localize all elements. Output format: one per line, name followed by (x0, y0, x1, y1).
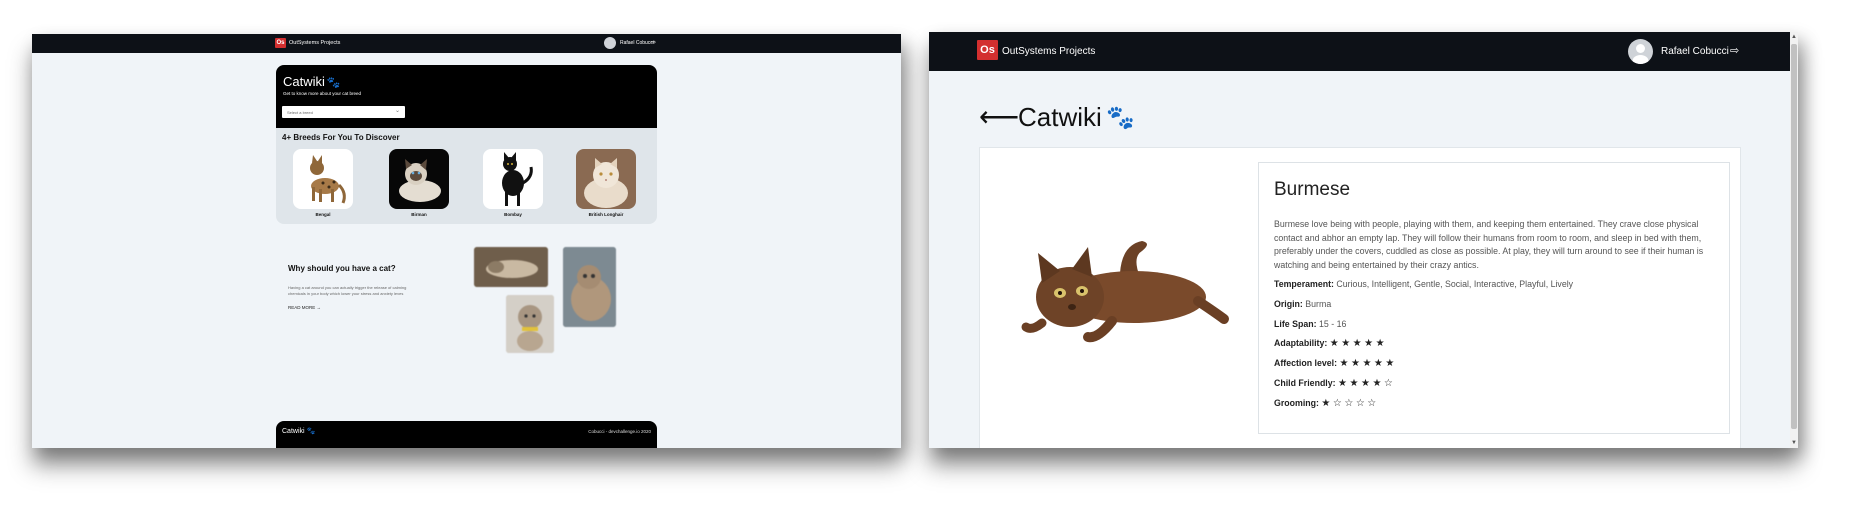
bengal-cat-image (293, 149, 353, 209)
star-filled-icon: ★ (1362, 358, 1374, 369)
outsystems-logo[interactable]: Os (275, 38, 286, 48)
breed-detail-screenshot: Os OutSystems Projects Rafael Cobucci ⇨ … (929, 32, 1798, 448)
paw-icon: 🐾 (1106, 104, 1135, 130)
star-filled-icon: ★ (1364, 338, 1376, 349)
breeds-heading: 4+ Breeds For You To Discover (282, 133, 400, 142)
breed-card-bombay[interactable]: Bombay (483, 149, 543, 217)
star-empty-icon: ☆ (1332, 398, 1345, 409)
footer-credit: Cobucci - devchallenge.io 2020 (588, 429, 651, 434)
star-filled-icon: ★ (1349, 378, 1361, 389)
footer-brand: Catwiki 🐾 (282, 428, 316, 435)
read-more-link[interactable]: READ MORE → (288, 305, 321, 310)
arrow-right-icon: → (316, 305, 322, 310)
star-empty-icon: ☆ (1355, 398, 1368, 409)
star-rating: ★☆☆☆☆ (1321, 398, 1378, 409)
chevron-down-icon: ⌄ (394, 108, 400, 114)
star-filled-icon: ★ (1385, 358, 1397, 369)
logout-icon[interactable]: ⇨ (651, 39, 656, 46)
top-navbar: Os OutSystems Projects Rafael Cobucci ⇨ (32, 34, 901, 53)
child-friendly-row: Child Friendly: ★★★★☆ (1274, 378, 1396, 389)
grooming-row: Grooming: ★☆☆☆☆ (1274, 398, 1379, 409)
outsystems-logo[interactable]: Os (977, 40, 998, 60)
back-arrow-icon[interactable]: ⟵ (979, 103, 1019, 131)
bombay-cat-image (483, 149, 543, 209)
star-rating: ★★★★★ (1340, 358, 1397, 369)
page-title: Catwiki (1018, 102, 1102, 132)
scroll-down-icon[interactable]: ▼ (1791, 440, 1797, 446)
footer: Catwiki 🐾 Cobucci - devchallenge.io 2020 (276, 421, 657, 448)
adaptability-row: Adaptability: ★★★★★ (1274, 338, 1388, 349)
breed-card-british-longhair[interactable]: British Longhair (576, 149, 636, 217)
paw-icon: 🐾 (306, 428, 316, 435)
star-filled-icon: ★ (1375, 338, 1388, 349)
cat-photo-tabby (563, 247, 616, 327)
breed-name: Bombay (504, 212, 522, 217)
breed-card-birman[interactable]: Birman (389, 149, 449, 217)
breed-select[interactable]: Select a breed ⌄ (282, 106, 405, 118)
star-empty-icon: ☆ (1344, 398, 1356, 409)
star-filled-icon: ★ (1341, 338, 1353, 349)
burmese-cat-image (1021, 241, 1229, 343)
birman-cat-image (389, 149, 449, 209)
star-rating: ★★★★☆ (1338, 378, 1395, 389)
breed-description: Burmese love being with people, playing … (1274, 219, 1704, 270)
star-empty-icon: ☆ (1367, 398, 1379, 409)
why-heading: Why should you have a cat? (288, 264, 396, 273)
breed-details-panel: Burmese Burmese love being with people, … (1258, 162, 1730, 434)
star-filled-icon: ★ (1338, 378, 1350, 389)
star-filled-icon: ★ (1329, 338, 1342, 349)
home-page-screenshot: Os OutSystems Projects Rafael Cobucci ⇨ … (32, 34, 901, 448)
why-text: Having a cat around you can actually tri… (288, 285, 407, 296)
brand-link[interactable]: OutSystems Projects (1002, 46, 1095, 57)
star-empty-icon: ☆ (1383, 378, 1396, 389)
star-filled-icon: ★ (1352, 338, 1365, 349)
breed-name: British Longhair (588, 212, 624, 217)
vertical-scrollbar[interactable]: ▲ ▼ (1790, 32, 1798, 448)
life-span-row: Life Span: 15 - 16 (1274, 319, 1347, 329)
breed-name: Burmese (1274, 179, 1351, 200)
cat-photo-sleeping (474, 247, 548, 287)
breed-select-placeholder: Select a breed (287, 110, 313, 115)
user-name: Rafael Cobucci (620, 40, 654, 46)
paw-icon: 🐾 (326, 77, 341, 89)
user-avatar[interactable] (604, 37, 616, 49)
hero-title: Catwiki 🐾 (283, 74, 341, 89)
star-rating: ★★★★★ (1330, 338, 1387, 349)
star-filled-icon: ★ (1372, 378, 1384, 389)
cat-photo-kitten (506, 295, 554, 353)
logout-icon[interactable]: ⇨ (1730, 44, 1739, 57)
temperament-row: Temperament: Curious, Intelligent, Gentl… (1274, 279, 1574, 289)
hero-banner: Catwiki 🐾 Get to know more about your cat… (276, 65, 657, 128)
star-filled-icon: ★ (1350, 358, 1363, 369)
top-navbar: Os OutSystems Projects Rafael Cobucci ⇨ (929, 32, 1798, 71)
scroll-up-icon[interactable]: ▲ (1791, 34, 1797, 40)
breeds-section: 4+ Breeds For You To Discover Bengal Bir… (276, 128, 657, 224)
star-filled-icon: ★ (1360, 378, 1373, 389)
scrollbar-thumb[interactable] (1791, 44, 1797, 429)
brand-link[interactable]: OutSystems Projects (289, 40, 340, 46)
breed-card: Burmese Burmese love being with people, … (979, 147, 1741, 448)
user-avatar[interactable] (1628, 39, 1653, 64)
breed-name: Birman (411, 212, 427, 217)
star-filled-icon: ★ (1373, 358, 1386, 369)
star-filled-icon: ★ (1321, 398, 1333, 409)
affection-level-row: Affection level: ★★★★★ (1274, 358, 1397, 369)
user-name: Rafael Cobucci (1661, 46, 1729, 57)
hero-subtitle: Get to know more about your cat breed (283, 91, 362, 96)
british-longhair-cat-image (576, 149, 636, 209)
origin-row: Origin: Burma (1274, 299, 1332, 309)
breed-name: Bengal (315, 212, 331, 217)
breed-card-bengal[interactable]: Bengal (293, 149, 353, 217)
star-filled-icon: ★ (1339, 358, 1351, 369)
